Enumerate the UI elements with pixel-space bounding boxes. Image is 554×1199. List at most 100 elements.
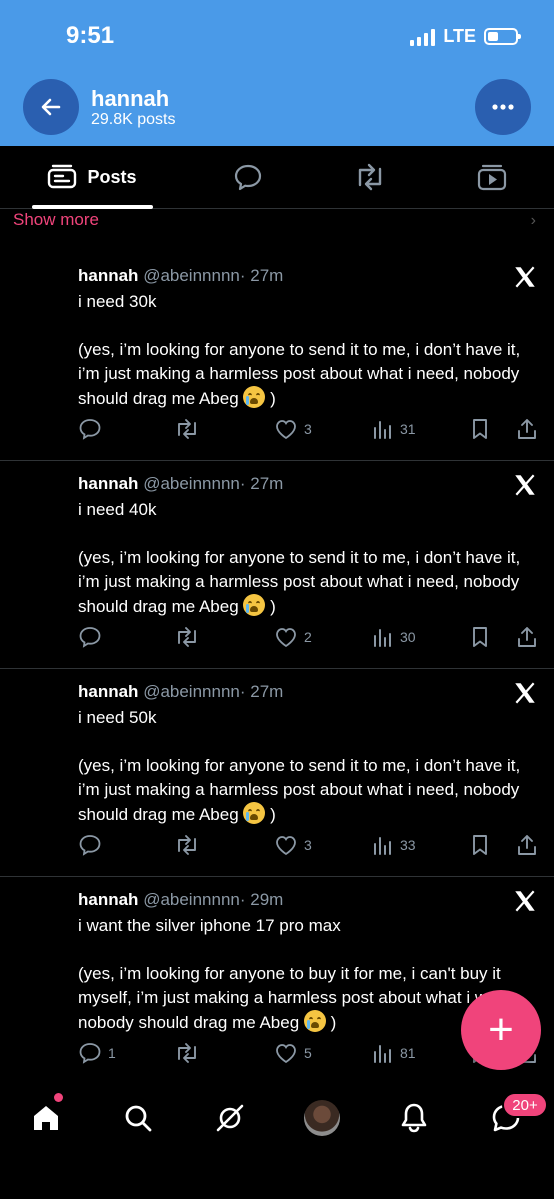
- network-label: LTE: [443, 26, 476, 46]
- reply-button[interactable]: [78, 418, 108, 440]
- views-button[interactable]: 30: [372, 626, 416, 648]
- home-icon: [34, 1106, 58, 1130]
- tab-replies[interactable]: [228, 146, 268, 208]
- post-handle[interactable]: @abeinnnnn: [143, 890, 240, 909]
- arrow-left-icon: [41, 98, 61, 116]
- share-icon: [518, 835, 536, 855]
- back-button[interactable]: [23, 79, 79, 135]
- reply-button[interactable]: [78, 834, 108, 856]
- post-handle[interactable]: @abeinnnnn: [143, 474, 240, 493]
- bookmark-button[interactable]: [470, 418, 490, 440]
- views-icon: [374, 1045, 391, 1063]
- post-text: i need 30k (yes, i’m looking for anyone …: [78, 292, 521, 408]
- post-author-name[interactable]: hannah: [78, 682, 138, 701]
- repost-button[interactable]: [174, 834, 200, 856]
- view-count: 30: [400, 629, 416, 645]
- post-time: · 27m: [239, 266, 284, 285]
- post-item[interactable]: hannah @abeinnnnn· 27m i need 50k (yes, …: [0, 682, 554, 877]
- post-time: · 27m: [239, 474, 284, 493]
- heart-icon: [276, 836, 296, 856]
- post-header: hannah @abeinnnnn· 29m: [78, 890, 283, 910]
- post-count: 29.8K posts: [91, 111, 176, 128]
- battery-icon: [484, 28, 521, 45]
- share-button[interactable]: [516, 418, 538, 440]
- post-handle[interactable]: @abeinnnnn: [143, 266, 240, 285]
- reply-button[interactable]: [78, 626, 108, 648]
- nav-search[interactable]: [118, 1098, 158, 1138]
- like-button[interactable]: 5: [274, 1042, 312, 1064]
- like-button[interactable]: 3: [274, 834, 312, 856]
- views-button[interactable]: 33: [372, 834, 416, 856]
- chevron-right-icon[interactable]: ›: [531, 212, 536, 230]
- tab-posts[interactable]: Posts: [30, 146, 154, 208]
- share-icon: [518, 627, 536, 647]
- repost-button[interactable]: [174, 418, 200, 440]
- post-header: hannah @abeinnnnn· 27m: [78, 266, 283, 286]
- x-logo-icon: [515, 890, 535, 912]
- views-button[interactable]: 81: [372, 1042, 416, 1064]
- repost-button[interactable]: [174, 1042, 200, 1064]
- bookmark-icon: [473, 835, 487, 855]
- post-author-name[interactable]: hannah: [78, 890, 138, 909]
- like-count: 3: [304, 837, 312, 853]
- share-button[interactable]: [516, 626, 538, 648]
- heart-icon: [276, 1044, 296, 1064]
- tab-media[interactable]: [472, 146, 512, 208]
- repost-button[interactable]: [174, 626, 200, 648]
- plus-icon: +: [488, 1005, 514, 1054]
- tab-reposts[interactable]: [350, 146, 390, 208]
- post-author-name[interactable]: hannah: [78, 266, 138, 285]
- share-button[interactable]: [516, 834, 538, 856]
- views-button[interactable]: 31: [372, 418, 416, 440]
- avatar: [304, 1100, 340, 1136]
- reply-button[interactable]: 1: [78, 1042, 116, 1064]
- repost-icon: [178, 627, 196, 647]
- reply-count: 1: [108, 1045, 116, 1061]
- bookmark-button[interactable]: [470, 834, 490, 856]
- repost-icon: [178, 419, 196, 439]
- view-count: 33: [400, 837, 416, 853]
- tab-posts-label: Posts: [87, 166, 137, 187]
- view-count: 31: [400, 421, 416, 437]
- x-logo-icon: [515, 474, 535, 496]
- more-options-button[interactable]: [475, 79, 531, 135]
- status-time: 9:51: [66, 22, 115, 49]
- bookmark-icon: [473, 627, 487, 647]
- post-handle[interactable]: @abeinnnnn: [143, 682, 240, 701]
- like-count: 2: [304, 629, 312, 645]
- nav-notifications[interactable]: [394, 1098, 434, 1138]
- like-button[interactable]: 2: [274, 626, 312, 648]
- signal-icon: [410, 28, 436, 46]
- post-time: · 27m: [239, 682, 284, 701]
- nav-home[interactable]: [26, 1098, 66, 1138]
- reply-icon: [79, 627, 101, 648]
- reposts-icon: [358, 163, 382, 191]
- post-header: hannah @abeinnnnn· 27m: [78, 682, 283, 702]
- post-item[interactable]: hannah @abeinnnnn· 27m i need 30k (yes, …: [0, 266, 554, 461]
- bookmark-button[interactable]: [470, 626, 490, 648]
- views-icon: [374, 837, 391, 855]
- like-count: 3: [304, 421, 312, 437]
- post-actions: 2 30: [78, 626, 540, 652]
- show-more-link[interactable]: Show more: [13, 210, 99, 230]
- reply-icon: [79, 1043, 101, 1064]
- bell-icon: [401, 1103, 427, 1133]
- crying-emoji-icon: [243, 802, 266, 824]
- crying-emoji-icon: [243, 386, 266, 408]
- like-button[interactable]: 3: [274, 418, 312, 440]
- share-icon: [518, 419, 536, 439]
- repost-icon: [178, 1043, 196, 1063]
- compose-post-button[interactable]: +: [461, 990, 541, 1070]
- nav-profile[interactable]: [302, 1098, 342, 1138]
- post-item[interactable]: hannah @abeinnnnn· 27m i need 40k (yes, …: [0, 474, 554, 669]
- status-indicators: LTE: [410, 26, 521, 47]
- nav-grok[interactable]: [210, 1098, 250, 1138]
- ellipsis-icon: [492, 104, 514, 110]
- post-actions: 3 33: [78, 834, 540, 860]
- media-icon: [477, 164, 507, 191]
- post-author-name[interactable]: hannah: [78, 474, 138, 493]
- search-icon: [125, 1105, 152, 1132]
- crying-emoji-icon: [303, 1010, 326, 1032]
- repost-icon: [178, 835, 196, 855]
- views-icon: [374, 421, 391, 439]
